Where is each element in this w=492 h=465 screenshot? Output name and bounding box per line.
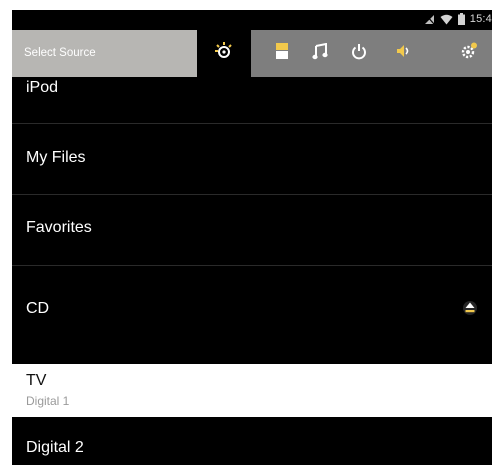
select-source-title: Select Source xyxy=(12,30,197,77)
app-screen: 15:4 Select Source iPod My Files Favorit… xyxy=(12,10,492,465)
tab-source[interactable] xyxy=(197,30,251,77)
music-note-icon xyxy=(312,42,328,65)
signal-off-icon xyxy=(424,14,435,25)
status-bar: 15:4 xyxy=(12,10,492,30)
source-item-favorites[interactable]: Favorites xyxy=(12,195,492,265)
source-item-label: Favorites xyxy=(26,219,92,236)
source-item-digital-2[interactable]: Digital 2 xyxy=(12,417,492,465)
status-time: 15:4 xyxy=(469,13,492,25)
source-item-label: TV xyxy=(26,372,47,389)
settings-icon xyxy=(460,42,478,65)
source-item-label: CD xyxy=(26,300,50,317)
source-item-tv[interactable]: TV Digital 1 xyxy=(12,364,492,417)
tab-settings[interactable] xyxy=(446,30,492,77)
source-item-label: iPod xyxy=(26,79,59,96)
source-item-ipod[interactable]: iPod xyxy=(12,77,492,123)
source-item-label: Digital 2 xyxy=(26,439,84,456)
eject-icon[interactable] xyxy=(462,300,478,321)
source-item-cd[interactable]: CD xyxy=(12,266,492,364)
battery-icon xyxy=(457,13,465,25)
tab-volume[interactable] xyxy=(380,30,426,77)
source-item-my-files[interactable]: My Files xyxy=(12,124,492,194)
status-icons: 15:4 xyxy=(424,13,492,25)
speaker-icon xyxy=(395,43,411,64)
source-item-sublabel: Digital 1 xyxy=(26,394,70,408)
tab-power[interactable] xyxy=(336,30,382,77)
display-icon xyxy=(275,42,289,65)
source-toolbar: Select Source xyxy=(12,30,492,77)
wifi-icon xyxy=(440,14,453,25)
source-item-label: My Files xyxy=(26,149,86,166)
source-icon xyxy=(213,40,235,67)
power-icon xyxy=(351,43,367,65)
